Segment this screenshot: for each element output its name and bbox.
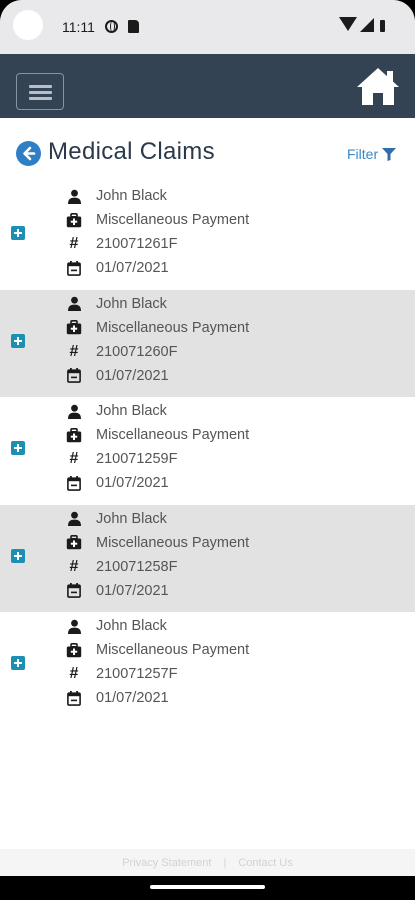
arrow-left-circle-icon: [23, 146, 36, 161]
claims-list: John Black Miscellaneous Payment #21007126…: [0, 182, 415, 720]
claim-patient-name: John Black: [96, 510, 167, 527]
claim-row[interactable]: John Black Miscellaneous Payment #21007125…: [0, 612, 415, 720]
calendar-icon: [66, 260, 82, 276]
funnel-icon: [382, 147, 397, 161]
calendar-icon: [66, 475, 82, 491]
claim-date-value: 01/07/2021: [96, 690, 169, 706]
hash-icon: #: [69, 235, 79, 252]
claim-patient: John Black: [66, 509, 167, 529]
medical-bag-icon: [66, 427, 82, 443]
calendar-icon: [66, 368, 82, 384]
hash-icon: #: [69, 450, 79, 467]
claim-row[interactable]: John Black Miscellaneous Payment #21007125…: [0, 504, 415, 612]
claim-date: 01/07/2021: [66, 258, 169, 278]
expand-button[interactable]: [11, 656, 25, 670]
app-header: [0, 54, 415, 118]
page-title: Medical Claims: [48, 138, 215, 165]
user-icon: [66, 511, 82, 527]
claim-patient: John Black: [66, 186, 167, 206]
hash-icon: #: [69, 557, 79, 575]
hamburger-icon: [29, 85, 52, 88]
claim-number: #210071260F: [66, 342, 178, 362]
wifi-icon: [339, 17, 357, 31]
medical-bag-icon: [66, 320, 82, 336]
contact-us-link[interactable]: Contact Us: [238, 857, 292, 869]
claim-number-value: 210071258F: [96, 558, 178, 575]
footer-separator: |: [223, 857, 227, 869]
sim-card-icon: [128, 20, 139, 33]
claim-date-value: 01/07/2021: [96, 260, 169, 276]
claim-number-value: 210071257F: [96, 666, 178, 682]
title-row: Medical Claims Filter: [0, 118, 415, 182]
filter-label: Filter: [347, 146, 379, 162]
claim-date: 01/07/2021: [66, 688, 169, 708]
claim-date: 01/07/2021: [66, 581, 169, 601]
user-icon: [66, 403, 82, 419]
claim-type: Miscellaneous Payment: [66, 318, 249, 338]
claim-type-label: Miscellaneous Payment: [96, 427, 250, 443]
claim-type: Miscellaneous Payment: [66, 533, 249, 553]
claim-patient-name: John Black: [96, 188, 167, 204]
claim-date: 01/07/2021: [66, 473, 169, 493]
medical-bag-icon: [66, 642, 82, 658]
claim-number: #210071258F: [66, 557, 178, 577]
claim-type-label: Miscellaneous Payment: [96, 319, 250, 336]
claim-date: 01/07/2021: [66, 366, 169, 386]
claim-date-value: 01/07/2021: [96, 582, 169, 599]
user-icon: [66, 618, 82, 634]
app-screen: 11:11 Medical Claims Filter John Black M…: [0, 0, 415, 900]
claim-type-label: Miscellaneous Payment: [96, 642, 250, 658]
claim-number-value: 210071260F: [96, 343, 178, 360]
claim-patient: John Black: [66, 616, 167, 636]
footer: Privacy Statement | Contact Us: [0, 849, 415, 877]
claim-number-value: 210071259F: [96, 451, 178, 467]
claim-row[interactable]: John Black Miscellaneous Payment #21007126…: [0, 182, 415, 290]
globe-icon: [105, 20, 118, 33]
home-icon: [357, 68, 399, 105]
user-icon: [66, 296, 82, 312]
expand-button[interactable]: [11, 333, 25, 348]
status-bar: 11:11: [0, 0, 415, 54]
claim-date-value: 01/07/2021: [96, 475, 169, 491]
claim-patient-name: John Black: [96, 295, 167, 312]
medical-bag-icon: [66, 212, 82, 228]
camera-cutout: [13, 10, 43, 40]
system-nav-bar: [0, 876, 415, 900]
home-button[interactable]: [354, 65, 402, 109]
back-button[interactable]: [16, 141, 41, 166]
claim-number-value: 210071261F: [96, 236, 178, 252]
expand-button[interactable]: [11, 226, 25, 240]
claim-type-label: Miscellaneous Payment: [96, 212, 250, 228]
claim-type: Miscellaneous Payment: [66, 640, 249, 660]
gesture-handle[interactable]: [150, 885, 265, 889]
medical-bag-icon: [66, 535, 82, 551]
claim-patient-name: John Black: [96, 618, 167, 634]
claim-patient: John Black: [66, 294, 167, 314]
hash-icon: #: [69, 665, 79, 682]
claim-row[interactable]: John Black Miscellaneous Payment #21007126…: [0, 289, 415, 397]
claim-type-label: Miscellaneous Payment: [96, 534, 250, 551]
filter-button[interactable]: Filter: [347, 146, 397, 162]
calendar-icon: [66, 583, 82, 599]
claim-number: #210071259F: [66, 449, 178, 469]
expand-button[interactable]: [11, 441, 25, 455]
expand-button[interactable]: [11, 548, 25, 563]
signal-icon: [360, 18, 374, 32]
claim-patient: John Black: [66, 401, 167, 421]
claim-row[interactable]: John Black Miscellaneous Payment #21007125…: [0, 397, 415, 505]
user-icon: [66, 188, 82, 204]
claim-type: Miscellaneous Payment: [66, 210, 249, 230]
claim-type: Miscellaneous Payment: [66, 425, 249, 445]
battery-icon: [380, 20, 385, 32]
calendar-icon: [66, 690, 82, 706]
claim-patient-name: John Black: [96, 403, 167, 419]
privacy-statement-link[interactable]: Privacy Statement: [122, 857, 211, 869]
claim-date-value: 01/07/2021: [96, 367, 169, 384]
menu-button[interactable]: [16, 73, 64, 110]
claim-number: #210071257F: [66, 664, 178, 684]
hash-icon: #: [69, 342, 79, 360]
claim-number: #210071261F: [66, 234, 178, 254]
status-time: 11:11: [62, 19, 95, 35]
